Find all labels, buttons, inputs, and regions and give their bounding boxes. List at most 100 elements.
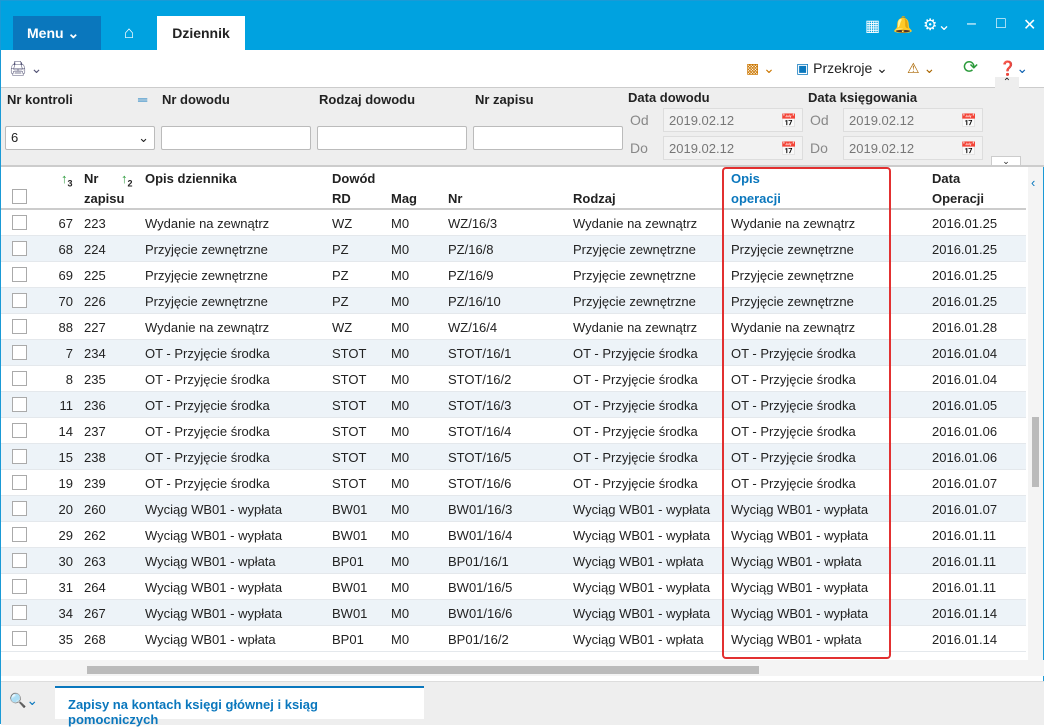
cell-rodzaj: Przyjęcie zewnętrzne [573,294,696,309]
table-row[interactable]: 68 224 Przyjęcie zewnętrzne PZ M0 PZ/16/8 Przy… [1,236,1026,262]
table-row[interactable]: 14 237 OT - Przyjęcie środka STOT M0 STOT/16/… [1,418,1026,444]
nr-dowodu-input[interactable] [161,126,311,150]
equals-icon[interactable]: ═ [138,92,147,107]
cell-lp: 14 [58,424,73,439]
col-nr-dowodu[interactable]: Nr [448,191,462,206]
data-ksiegowania-do-input[interactable]: 2019.02.12 📅 [843,136,983,160]
nr-kontroli-select[interactable]: 6 ⌄ [5,126,155,150]
cell-rd: STOT [332,398,367,413]
col-nr[interactable]: Nr [84,171,98,186]
maximize-icon[interactable]: □ [996,15,1006,33]
row-checkbox[interactable] [12,241,27,256]
scroll-thumb[interactable] [1032,417,1039,487]
table-row[interactable]: 29 262 Wyciąg WB01 - wypłata BW01 M0 BW01/16/… [1,522,1026,548]
col-data[interactable]: Data [932,171,960,186]
settings-warning-icon[interactable]: ⚠ ⌄ [907,60,935,77]
row-checkbox[interactable] [12,397,27,412]
col-opis-operacji[interactable]: Opis [731,171,760,186]
expand-filters-button[interactable]: ⌄ [991,156,1021,166]
close-icon[interactable]: ✕ [1023,15,1036,35]
table-row[interactable]: 31 264 Wyciąg WB01 - wypłata BW01 M0 BW01/16/… [1,574,1026,600]
col-rodzaj[interactable]: Rodzaj [573,191,616,206]
table-row[interactable]: 20 260 Wyciąg WB01 - wypłata BW01 M0 BW01/16/… [1,496,1026,522]
chevron-left-icon[interactable]: ‹ [1031,175,1035,190]
refresh-icon[interactable]: ⟳ [963,57,978,78]
row-checkbox[interactable] [12,267,27,282]
table-row[interactable]: 88 227 Wydanie na zewnątrz WZ M0 WZ/16/4 Wydan… [1,314,1026,340]
cell-nr-dowodu: BW01/16/5 [448,580,513,595]
row-checkbox[interactable] [12,553,27,568]
cell-rd: BW01 [332,502,368,517]
table-row[interactable]: 30 263 Wyciąg WB01 - wpłata BP01 M0 BP01/16/1… [1,548,1026,574]
table-row[interactable]: 70 226 Przyjęcie zewnętrzne PZ M0 PZ/16/10 Prz… [1,288,1026,314]
col-rd[interactable]: RD [332,191,351,206]
cell-opis-operacji: Wydanie na zewnątrz [731,216,856,231]
tab-dziennik[interactable]: Dziennik [157,16,245,50]
grid-icon[interactable]: ▦ [865,16,880,36]
gear-icon[interactable]: ⚙⌄ [923,15,951,35]
calendar-icon[interactable]: 📅 [781,113,797,129]
nr-zapisu-input[interactable] [473,126,623,150]
cell-opis-operacji: OT - Przyjęcie środka [731,450,856,465]
menu-button[interactable]: Menu ⌄ [13,16,101,50]
table-row[interactable]: 19 239 OT - Przyjęcie środka STOT M0 STOT/16/… [1,470,1026,496]
col-data-operacji[interactable]: Operacji [932,191,984,206]
sort-asc-icon[interactable]: ↑3 [61,171,73,189]
table-row[interactable]: 69 225 Przyjęcie zewnętrzne PZ M0 PZ/16/9 Przy… [1,262,1026,288]
table-row[interactable]: 67 223 Wydanie na zewnątrz WZ M0 WZ/16/3 Wydan… [1,210,1026,236]
minimize-icon[interactable]: – [967,15,976,33]
col-opis-operacji-2[interactable]: operacji [731,191,781,206]
row-checkbox[interactable] [12,215,27,230]
bell-icon[interactable]: 🔔 [893,15,913,35]
calendar-icon[interactable]: 📅 [961,113,977,129]
print-icon[interactable]: 🖨 ⌄ [9,60,42,77]
table-row[interactable]: 8 235 OT - Przyjęcie środka STOT M0 STOT/16/2… [1,366,1026,392]
cell-rd: BW01 [332,528,368,543]
row-checkbox[interactable] [12,319,27,334]
data-dowodu-do-input[interactable]: 2019.02.12 📅 [663,136,803,160]
table-row[interactable]: 34 267 Wyciąg WB01 - wypłata BW01 M0 BW01/16/… [1,600,1026,626]
data-ksiegowania-od-input[interactable]: 2019.02.12 📅 [843,108,983,132]
horizontal-scrollbar[interactable] [1,660,1044,676]
search-list-icon[interactable]: 🔍⌄ [9,692,38,709]
table-row[interactable]: 15 238 OT - Przyjęcie środka STOT M0 STOT/16/… [1,444,1026,470]
table-row[interactable]: 7 234 OT - Przyjęcie środka STOT M0 STOT/16/1… [1,340,1026,366]
cell-mag: M0 [391,424,410,439]
do-label: Do [630,140,648,156]
calendar-icon[interactable]: 📅 [781,141,797,157]
table-row[interactable]: 11 236 OT - Przyjęcie środka STOT M0 STOT/16/… [1,392,1026,418]
help-icon[interactable]: ❓⌄ [999,60,1028,77]
row-checkbox[interactable] [12,579,27,594]
data-dowodu-od-input[interactable]: 2019.02.12 📅 [663,108,803,132]
row-checkbox[interactable] [12,475,27,490]
cell-lp: 7 [65,346,73,361]
col-opis-dziennika[interactable]: Opis dziennika [145,171,237,186]
sort-asc-icon[interactable]: ↑2 [121,171,133,189]
row-checkbox[interactable] [12,605,27,620]
calendar-icon[interactable]: 📅 [961,141,977,157]
row-checkbox[interactable] [12,423,27,438]
home-icon[interactable]: ⌂ [113,23,145,47]
cell-opis-operacji: Przyjęcie zewnętrzne [731,268,854,283]
vertical-scrollbar[interactable]: ‹ [1028,167,1043,660]
row-checkbox[interactable] [12,527,27,542]
chart-icon[interactable]: ▩ ⌄ [746,60,775,77]
cell-mag: M0 [391,606,410,621]
row-checkbox[interactable] [12,631,27,646]
col-zapisu[interactable]: zapisu [84,191,124,206]
table-row[interactable]: 35 268 Wyciąg WB01 - wpłata BP01 M0 BP01/16/2… [1,626,1026,652]
select-all-checkbox[interactable] [12,189,27,204]
cell-lp: 67 [58,216,73,231]
rodzaj-dowodu-input[interactable] [317,126,467,150]
row-checkbox[interactable] [12,293,27,308]
row-checkbox[interactable] [12,371,27,386]
row-checkbox[interactable] [12,449,27,464]
row-checkbox[interactable] [12,345,27,360]
cell-lp: 31 [58,580,73,595]
scroll-thumb[interactable] [87,666,759,674]
row-checkbox[interactable] [12,501,27,516]
col-mag[interactable]: Mag [391,191,417,206]
tab-zapisy-na-kontach[interactable]: Zapisy na kontach księgi głównej i ksiąg… [55,686,424,727]
do-label: Do [810,140,828,156]
przekroje-button[interactable]: ▣ Przekroje ⌄ [796,60,888,77]
